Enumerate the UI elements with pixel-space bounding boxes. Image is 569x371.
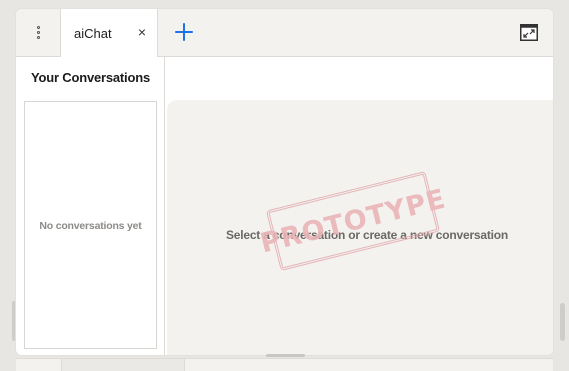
conversations-sidebar: Your Conversations No conversations yet bbox=[16, 57, 165, 355]
bottom-tab-bar bbox=[16, 358, 553, 371]
tab-bar: aiChat × bbox=[16, 9, 553, 57]
sidebar-title: Your Conversations bbox=[31, 70, 150, 85]
expand-window-button[interactable] bbox=[520, 24, 538, 41]
tab-label: aiChat bbox=[74, 26, 112, 41]
menu-button[interactable] bbox=[16, 9, 61, 56]
bottom-tab[interactable] bbox=[61, 359, 185, 371]
tab-aichat[interactable]: aiChat × bbox=[61, 9, 158, 57]
empty-conversations-text: No conversations yet bbox=[39, 220, 142, 232]
close-icon[interactable]: × bbox=[136, 25, 148, 39]
plus-icon bbox=[175, 23, 193, 41]
add-tab-button[interactable] bbox=[173, 21, 195, 43]
app-window: aiChat × Your Conversations No conversat… bbox=[16, 9, 553, 355]
expand-window-icon bbox=[520, 24, 538, 41]
scrollbar[interactable] bbox=[560, 303, 565, 341]
resize-handle[interactable] bbox=[266, 354, 305, 357]
kebab-menu-icon bbox=[36, 26, 40, 39]
conversation-list[interactable]: No conversations yet bbox=[24, 101, 157, 349]
